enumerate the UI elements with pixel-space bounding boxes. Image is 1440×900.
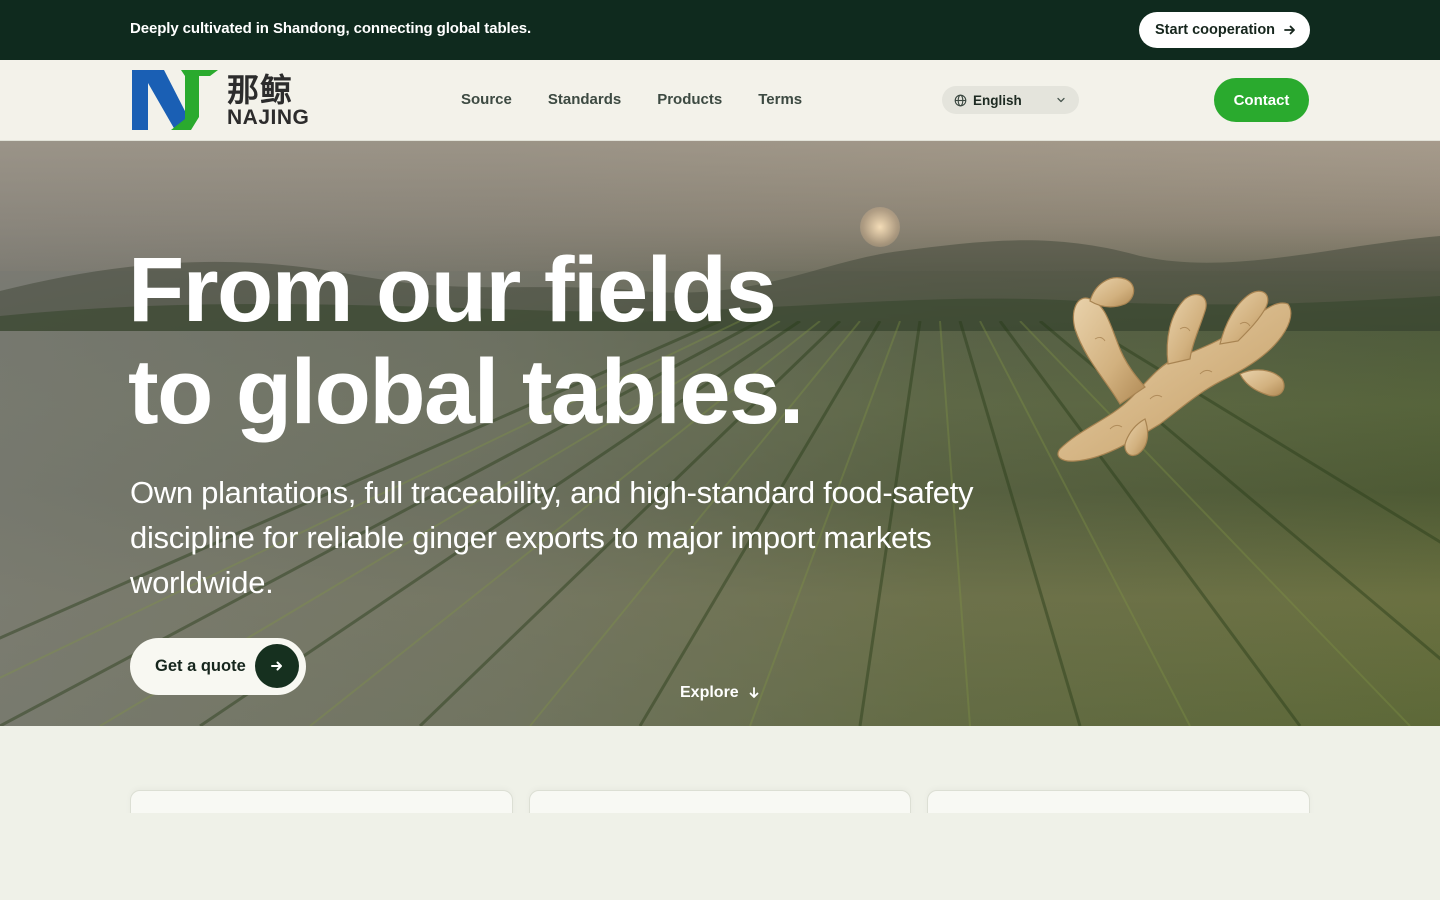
nav-item-source[interactable]: Source (461, 91, 512, 108)
arrow-right-icon (1283, 23, 1297, 37)
logo-mark-icon (132, 70, 218, 130)
main-nav: Source Standards Products Terms (461, 91, 802, 108)
start-cooperation-button[interactable]: Start cooperation (1139, 12, 1310, 48)
nav-item-standards[interactable]: Standards (548, 91, 621, 108)
logo-chinese-text: 那鲸 (227, 71, 294, 109)
nav-item-terms[interactable]: Terms (758, 91, 802, 108)
language-selector[interactable]: English (942, 86, 1079, 114)
logo-wordmark: 那鲸 NAJING (227, 73, 309, 129)
get-quote-button[interactable]: Get a quote (130, 638, 306, 695)
arrow-down-icon (749, 687, 759, 698)
hero-title: From our fields to global tables. (128, 239, 1028, 443)
announcement-bar: Deeply cultivated in Shandong, connectin… (0, 0, 1440, 60)
language-label: English (973, 92, 1022, 108)
announcement-text: Deeply cultivated in Shandong, connectin… (130, 20, 532, 37)
logo-english-text: NAJING (227, 106, 310, 129)
explore-label: Explore (680, 684, 739, 701)
site-header: 那鲸 NAJING Source Standards Products Term… (0, 60, 1440, 141)
logo[interactable]: 那鲸 NAJING (131, 69, 313, 131)
arrow-right-icon (255, 644, 299, 688)
get-quote-label: Get a quote (155, 657, 246, 675)
hero-section: From our fields to global tables. Own pl… (0, 141, 1440, 726)
globe-icon (954, 94, 967, 106)
hero-title-line-1: From our fields (128, 239, 777, 341)
explore-link[interactable]: Explore (680, 684, 761, 702)
start-cooperation-label: Start cooperation (1155, 22, 1276, 38)
hero-title-line-2: to global tables. (128, 341, 804, 443)
ginger-root-image (1057, 277, 1292, 462)
nav-item-products[interactable]: Products (657, 91, 722, 108)
page-below-fold (0, 813, 1440, 900)
hero-subtitle: Own plantations, full traceability, and … (130, 475, 974, 600)
contact-button[interactable]: Contact (1214, 78, 1309, 122)
chevron-down-icon (1057, 97, 1065, 103)
